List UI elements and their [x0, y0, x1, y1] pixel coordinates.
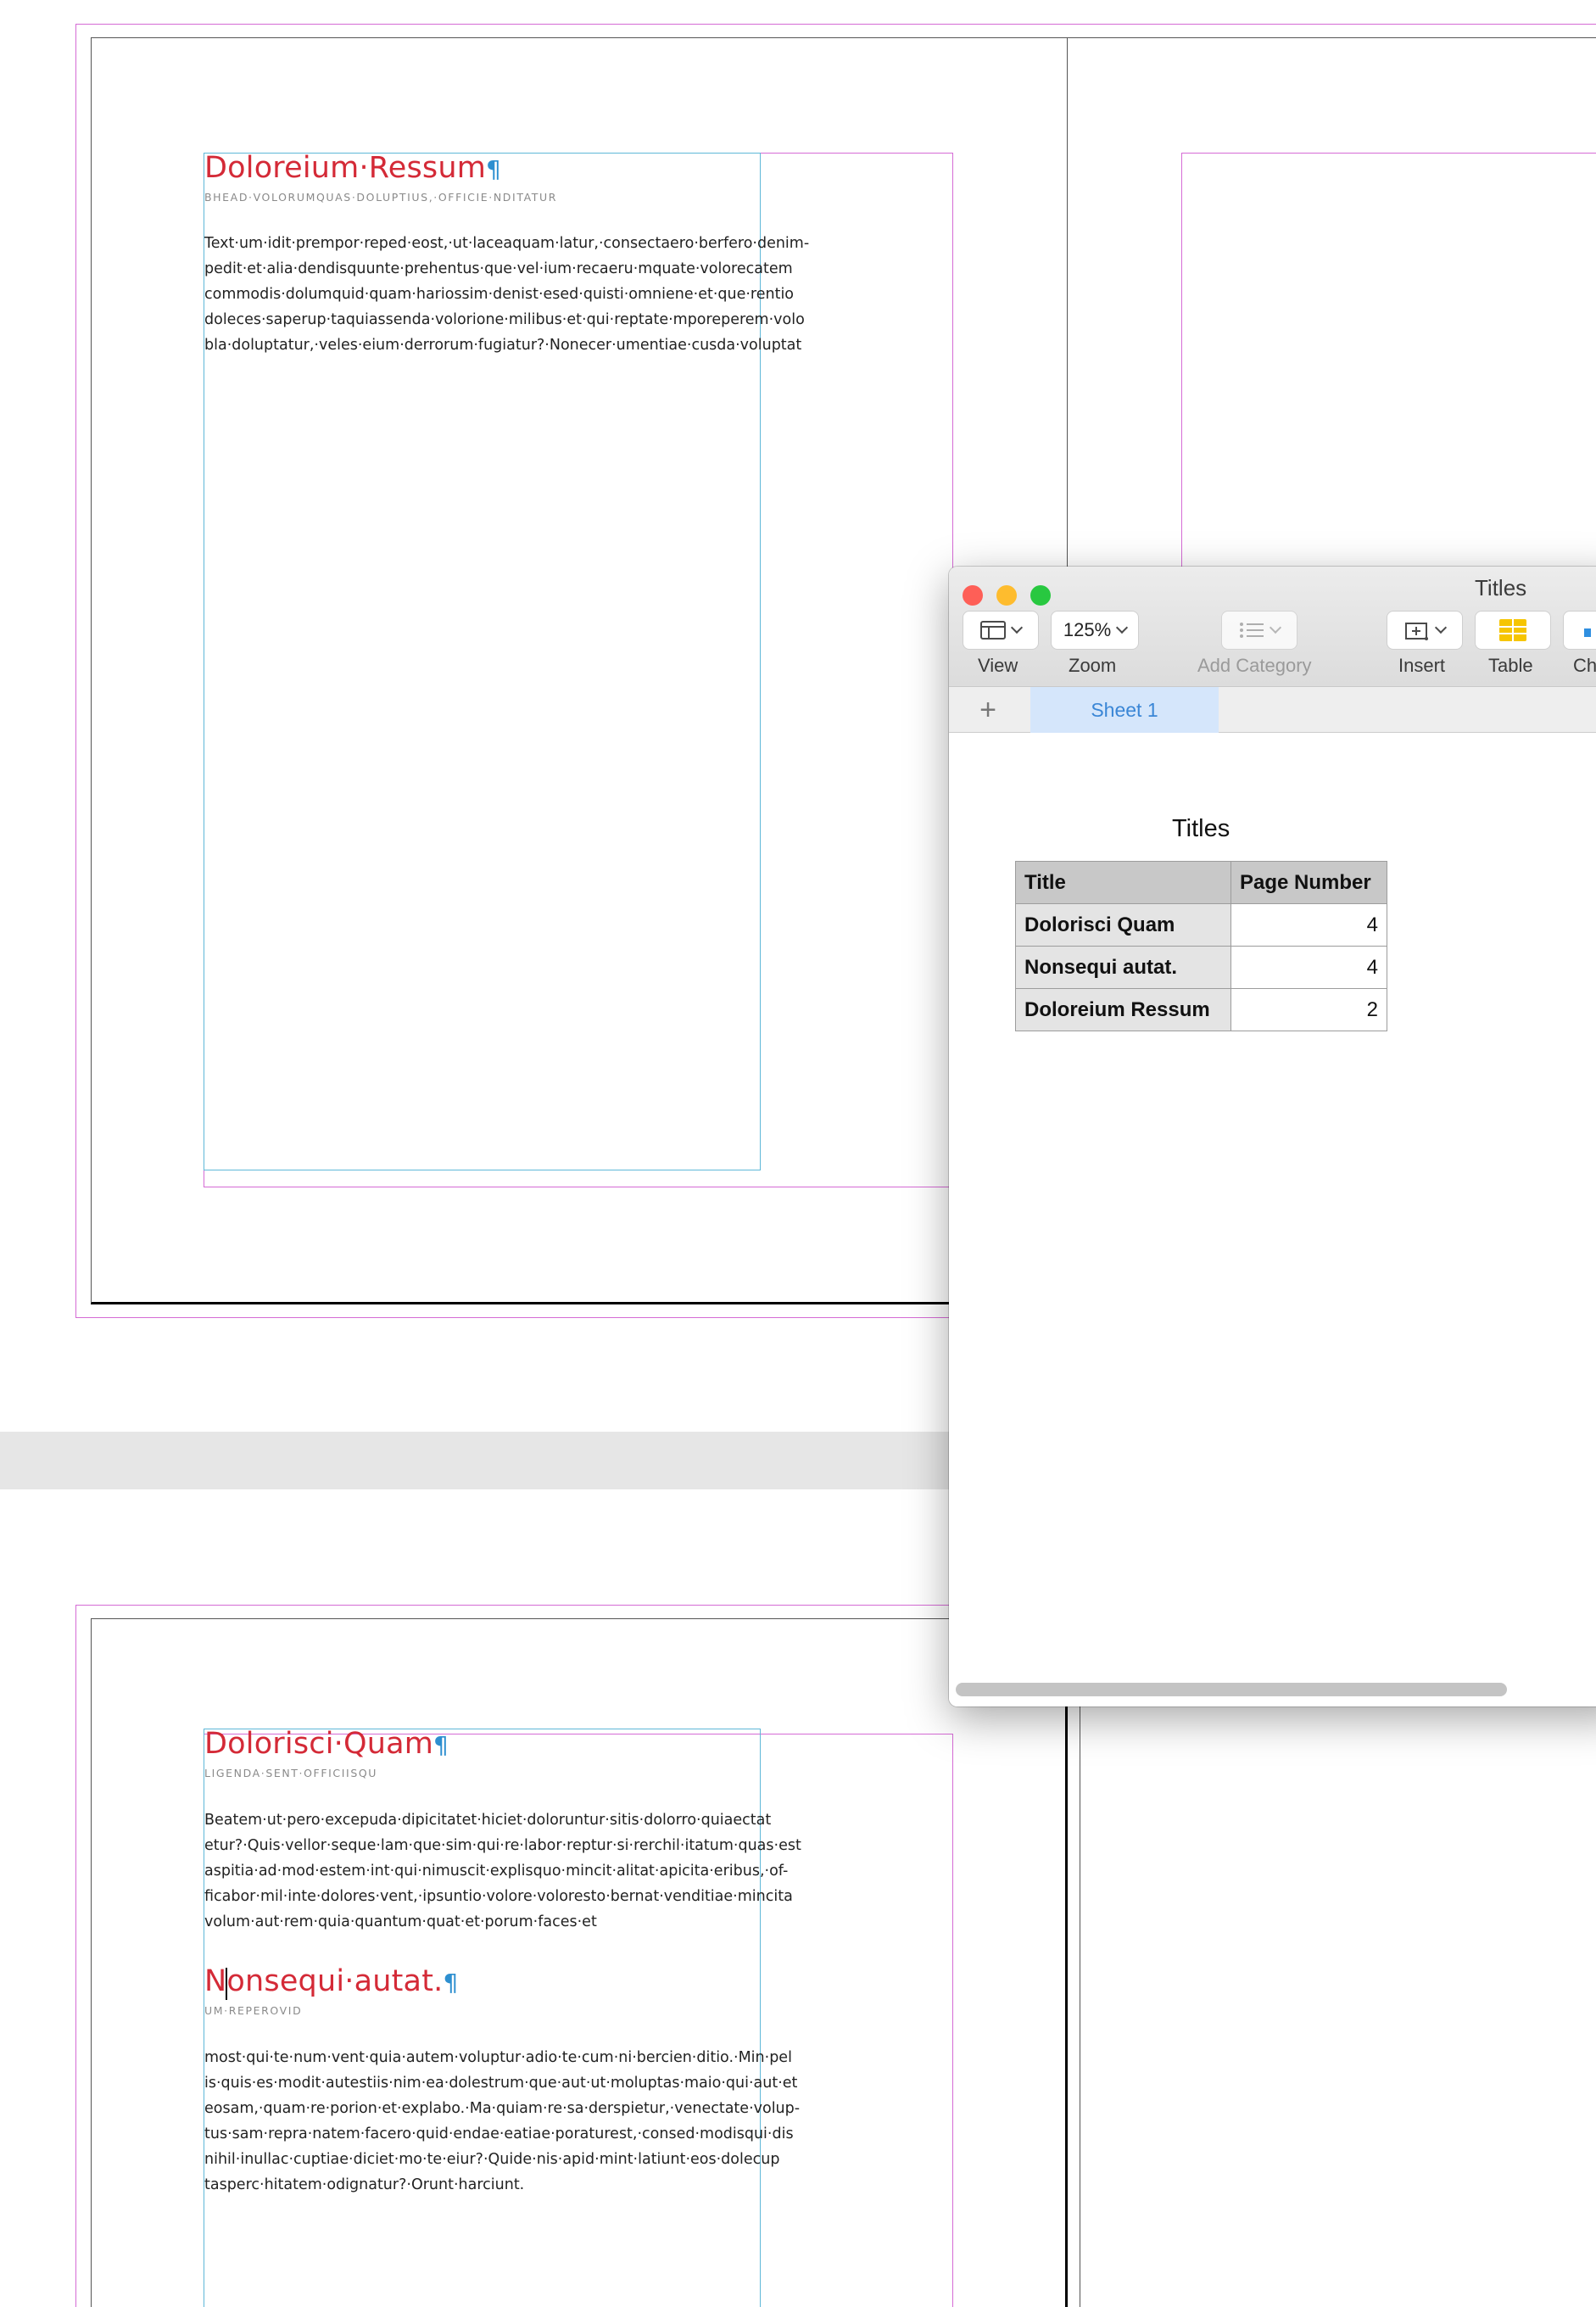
body-text-page-2[interactable]: Text·um·idit·prempor·reped·eost,·ut·lace…: [204, 231, 809, 358]
heading-text: Nonsequi·autat.: [204, 1964, 444, 1998]
list-icon: [1240, 623, 1264, 638]
chart-icon: [1584, 628, 1591, 637]
indesign-pasteboard: Doloreium·Ressum¶ BHEAD·VOLORUMQUAS·DOLU…: [0, 0, 1596, 2307]
insert-label: Insert: [1398, 655, 1446, 676]
pilcrow-mark: ¶: [486, 155, 501, 183]
table-row: Doloreium Ressum 2: [1015, 988, 1387, 1031]
tab-sheet-1[interactable]: Sheet 1: [1030, 687, 1219, 733]
body-line: aspitia·ad·mod·estem·int·qui·nimuscit·ex…: [204, 1863, 789, 1880]
subhead-page-2[interactable]: BHEAD·VOLORUMQUAS·DOLUPTIUS,·OFFICIE·NDI…: [204, 191, 557, 204]
chart-label: Ch: [1573, 655, 1596, 676]
zoom-value: 125%: [1063, 619, 1112, 640]
table-title[interactable]: Titles: [1172, 815, 1230, 843]
add-category-label: Add Category: [1197, 655, 1312, 676]
add-sheet-button[interactable]: +: [949, 687, 1027, 733]
heading-text: Dolorisci·Quam: [204, 1727, 434, 1761]
table-cell-page[interactable]: 4: [1230, 946, 1387, 989]
close-button[interactable]: [963, 585, 983, 606]
page-5[interactable]: [1080, 1618, 1596, 2307]
table-icon: [1499, 619, 1526, 641]
body-line: etur?·Quis·vellor·seque·lam·que·sim·qui·…: [204, 1837, 801, 1854]
sheet-tab-bar: + Sheet 1: [949, 687, 1596, 733]
body-line: doleces·saperup·taquiassenda·volorione·m…: [204, 311, 805, 328]
body-line: Beatem·ut·pero·excepuda·dipicitatet·hici…: [204, 1812, 772, 1829]
table-row: Nonsequi autat. 4: [1015, 946, 1387, 989]
body-line: commodis·dolumquid·quam·hariossim·denist…: [204, 286, 795, 303]
table-cell-page[interactable]: 2: [1230, 988, 1387, 1031]
chevron-down-icon: [1010, 621, 1024, 634]
body-line: ficabor·mil·inte·dolores·vent,·ipsuntio·…: [204, 1888, 793, 1905]
insert-button[interactable]: [1387, 611, 1463, 650]
body-text-page-4[interactable]: Beatem·ut·pero·excepuda·dipicitatet·hici…: [204, 1807, 801, 1935]
sheet-canvas[interactable]: Titles Title Page Number Dolorisci Quam …: [949, 734, 1596, 1707]
body-line: is·quis·es·modit·autestiis·nim·ea·dolest…: [204, 2075, 798, 2092]
view-label: View: [978, 655, 1018, 676]
table-button[interactable]: [1475, 611, 1551, 650]
pilcrow-mark: ¶: [443, 1969, 459, 1997]
body-line: eosam,·quam·re·porion·et·explabo.·Ma·qui…: [204, 2100, 801, 2117]
numbers-window[interactable]: Titles View 125% Zoom Add Category Inser…: [949, 567, 1596, 1707]
body-line: most·qui·te·num·vent·quia·autem·voluptur…: [204, 2049, 792, 2066]
table-row: Dolorisci Quam 4: [1015, 903, 1387, 947]
view-button[interactable]: [963, 611, 1039, 650]
chevron-down-icon: [1434, 621, 1448, 634]
table-cell-page[interactable]: 4: [1230, 903, 1387, 947]
titles-table[interactable]: Title Page Number Dolorisci Quam 4 Nonse…: [1015, 861, 1387, 1031]
body-line: Text·um·idit·prempor·reped·eost,·ut·lace…: [204, 235, 810, 252]
body-line: nihil·inullac·cuptiae·diciet·mo·te·eiur?…: [204, 2151, 780, 2168]
horizontal-scrollbar[interactable]: [956, 1683, 1507, 1696]
zoom-window-button[interactable]: [1030, 585, 1051, 606]
body-line: tasperc·hitatem·odignatur?·Orunt·harciun…: [204, 2176, 525, 2193]
heading-doloreium-ressum[interactable]: Doloreium·Ressum: [204, 151, 486, 185]
table-label: Table: [1488, 655, 1533, 676]
insert-icon: [1405, 623, 1428, 640]
table-cell-title[interactable]: Dolorisci Quam: [1015, 903, 1231, 947]
body-line: tus·sam·repra·natem·facero·quid·endae·ea…: [204, 2125, 794, 2142]
body-line: pedit·et·alia·dendisquunte·prehentus·que…: [204, 260, 793, 277]
chevron-down-icon: [1269, 621, 1282, 634]
chevron-down-icon: [1116, 621, 1129, 634]
column-header-page-number[interactable]: Page Number: [1230, 861, 1387, 904]
subhead-nonsequi[interactable]: UM·REPEROVID: [204, 2004, 302, 2017]
window-title: Titles: [1475, 575, 1527, 600]
sidebar-view-icon: [980, 621, 1006, 640]
column-header-title[interactable]: Title: [1015, 861, 1231, 904]
body-text-nonsequi[interactable]: most·qui·te·num·vent·quia·autem·voluptur…: [204, 2045, 800, 2198]
window-toolbar: Titles View 125% Zoom Add Category Inser…: [949, 567, 1596, 687]
page-2-heading-block: Doloreium·Ressum¶: [204, 151, 501, 185]
body-line: volum·aut·rem·quia·quantum·quat·et·porum…: [204, 1913, 597, 1930]
add-category-button[interactable]: [1221, 611, 1297, 650]
table-header-row: Title Page Number: [1015, 861, 1387, 904]
table-cell-title[interactable]: Doloreium Ressum: [1015, 988, 1231, 1031]
body-line: bla·doluptatur,·veles·eium·derrorum·fugi…: [204, 337, 802, 354]
chart-button[interactable]: [1563, 611, 1596, 650]
zoom-label: Zoom: [1069, 655, 1117, 676]
minimize-button[interactable]: [996, 585, 1017, 606]
subhead-page-4[interactable]: LIGENDA·SENT·OFFICIISQU: [204, 1767, 377, 1779]
pilcrow-mark: ¶: [433, 1731, 449, 1759]
table-cell-title[interactable]: Nonsequi autat.: [1015, 946, 1231, 989]
zoom-select[interactable]: 125%: [1051, 611, 1139, 650]
heading-dolorisci-quam[interactable]: Dolorisci·Quam¶: [204, 1727, 449, 1761]
text-cursor: [226, 1968, 227, 2000]
heading-nonsequi-autat[interactable]: Nonsequi·autat.¶: [204, 1964, 458, 1998]
